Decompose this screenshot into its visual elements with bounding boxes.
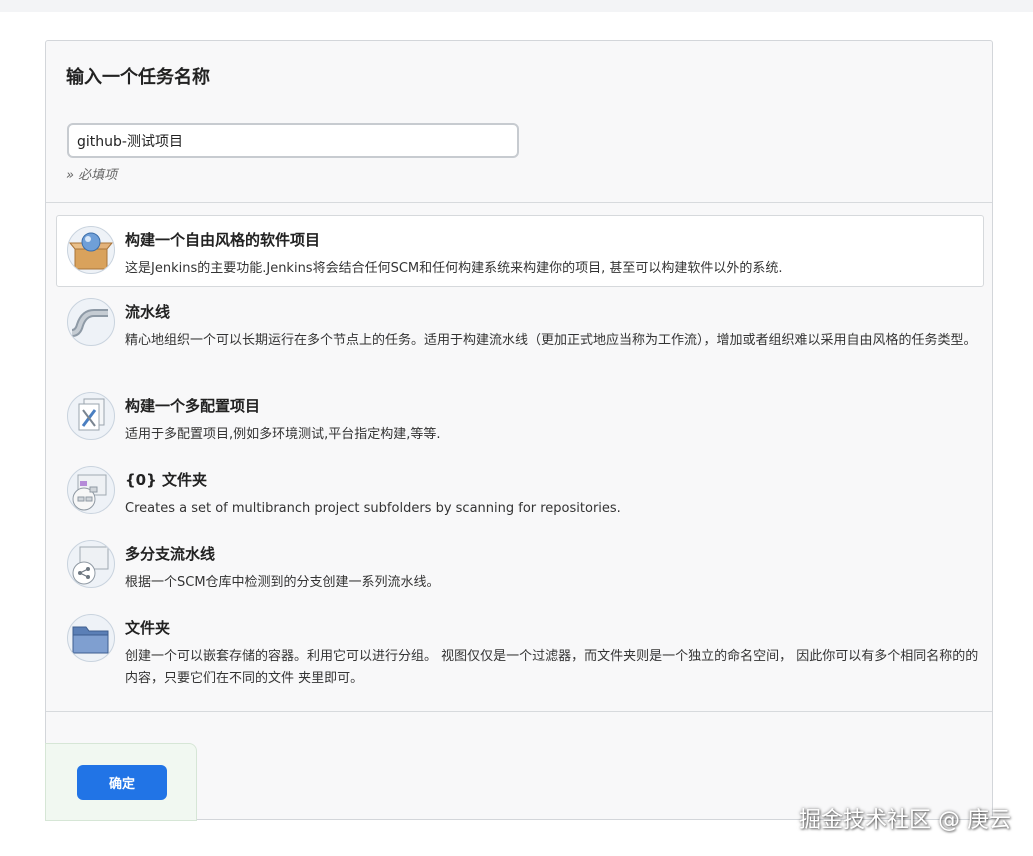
item-type-title: 流水线 [125, 303, 171, 321]
org-folder-icon [67, 466, 115, 514]
item-type-title: 构建一个自由风格的软件项目 [125, 231, 321, 249]
watermark: 掘金技术社区 @ 庚云 [799, 808, 1011, 833]
pipeline-icon [67, 298, 115, 346]
item-type-freestyle[interactable]: 构建一个自由风格的软件项目 这是Jenkins的主要功能.Jenkins将会结合… [56, 215, 984, 287]
freestyle-project-icon [67, 226, 115, 274]
item-type-description: 适用于多配置项目,例如多环境测试,平台指定构建,等等. [125, 427, 441, 442]
multi-config-icon [67, 392, 115, 440]
item-type-description: 这是Jenkins的主要功能.Jenkins将会结合任何SCM和任何构建系统来构… [125, 261, 783, 276]
required-hint: » 必填项 [66, 168, 118, 183]
item-type-title: 多分支流水线 [125, 545, 216, 563]
page-title: 输入一个任务名称 [66, 67, 210, 88]
item-type-description: 精心地组织一个可以长期运行在多个节点上的任务。适用于构建流水线（更加正式地应当称… [125, 333, 977, 348]
ok-button[interactable]: 确定 [77, 765, 167, 800]
item-type-list: 构建一个自由风格的软件项目 这是Jenkins的主要功能.Jenkins将会结合… [56, 215, 984, 697]
item-type-title: 文件夹 [125, 619, 171, 637]
item-type-org-folder[interactable]: {0} 文件夹 Creates a set of multibranch pro… [56, 455, 984, 529]
section-divider [46, 202, 992, 203]
footer-divider [46, 711, 992, 712]
item-name-input[interactable] [67, 123, 519, 158]
top-bar [0, 0, 1033, 12]
multibranch-pipeline-icon [67, 540, 115, 588]
item-type-multibranch-pipeline[interactable]: 多分支流水线 根据一个SCM仓库中检测到的分支创建一系列流水线。 [56, 529, 984, 603]
item-type-folder[interactable]: 文件夹 创建一个可以嵌套存储的容器。利用它可以进行分组。 视图仅仅是一个过滤器，… [56, 603, 984, 697]
item-type-multi-config[interactable]: 构建一个多配置项目 适用于多配置项目,例如多环境测试,平台指定构建,等等. [56, 381, 984, 455]
item-type-description: Creates a set of multibranch project sub… [125, 501, 621, 516]
item-type-title: 构建一个多配置项目 [125, 397, 261, 415]
footer-bar: 确定 [45, 743, 197, 821]
item-type-title: {0} 文件夹 [125, 471, 208, 489]
new-item-panel: 输入一个任务名称 » 必填项 构建一个自由风格的软件项目 这是Jenkins的主… [45, 40, 993, 820]
folder-icon [67, 614, 115, 662]
item-type-description: 创建一个可以嵌套存储的容器。利用它可以进行分组。 视图仅仅是一个过滤器，而文件夹… [125, 649, 979, 686]
item-type-pipeline[interactable]: 流水线 精心地组织一个可以长期运行在多个节点上的任务。适用于构建流水线（更加正式… [56, 287, 984, 381]
item-type-description: 根据一个SCM仓库中检测到的分支创建一系列流水线。 [125, 575, 440, 590]
